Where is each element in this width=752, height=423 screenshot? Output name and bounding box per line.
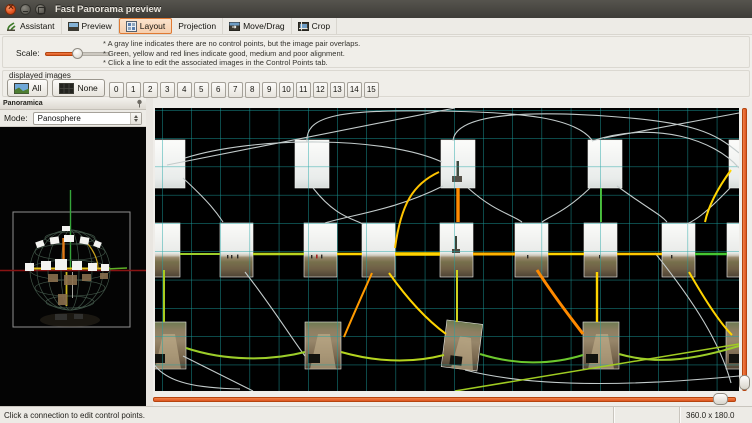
image-toggle-12[interactable]: 12 bbox=[313, 82, 328, 98]
status-message: Click a connection to edit control point… bbox=[0, 411, 613, 420]
pin-icon[interactable] bbox=[136, 95, 143, 113]
status-section-empty bbox=[613, 407, 679, 423]
scale-slider[interactable] bbox=[45, 48, 110, 59]
panorama-canvas[interactable] bbox=[155, 108, 739, 391]
maximize-button[interactable] bbox=[35, 4, 46, 15]
image-toggle-4[interactable]: 4 bbox=[177, 82, 192, 98]
layout-icon bbox=[126, 21, 137, 32]
image-toggle-5[interactable]: 5 bbox=[194, 82, 209, 98]
show-none-button[interactable]: None bbox=[52, 79, 104, 97]
minimize-button[interactable] bbox=[20, 4, 31, 15]
all-images-icon bbox=[14, 83, 29, 94]
toolbar: Assistant Preview Layout Projection Move… bbox=[0, 18, 752, 35]
image-toggle-8[interactable]: 8 bbox=[245, 82, 260, 98]
image-toggle-3[interactable]: 3 bbox=[160, 82, 175, 98]
panel-header: Panoramica bbox=[0, 98, 146, 110]
status-bar: Click a connection to edit control point… bbox=[0, 406, 752, 423]
image-toggle-9[interactable]: 9 bbox=[262, 82, 277, 98]
image-toggle-10[interactable]: 10 bbox=[279, 82, 294, 98]
help-line: * Click a line to edit the associated im… bbox=[103, 58, 360, 68]
panel-splitter[interactable] bbox=[146, 98, 153, 406]
image-toggle-0[interactable]: 0 bbox=[109, 82, 124, 98]
horizontal-slider-track[interactable] bbox=[153, 397, 736, 402]
assistant-icon bbox=[6, 21, 17, 32]
image-toggle-row: 0123456789101112131415 bbox=[109, 79, 381, 98]
fast-panorama-preview-window: Fast Panorama preview Assistant Preview … bbox=[0, 0, 752, 423]
tab-assistant[interactable]: Assistant bbox=[0, 18, 62, 34]
mode-select[interactable]: Panosphere bbox=[33, 112, 142, 125]
options-panel: Scale: * A gray line indicates there are… bbox=[2, 36, 750, 68]
horizontal-slider-handle[interactable] bbox=[713, 393, 728, 405]
help-text: * A gray line indicates there are no con… bbox=[103, 39, 360, 68]
tab-crop[interactable]: Crop bbox=[292, 18, 337, 34]
no-images-icon bbox=[59, 83, 74, 94]
image-toggle-13[interactable]: 13 bbox=[330, 82, 345, 98]
image-toggle-14[interactable]: 14 bbox=[347, 82, 362, 98]
horizontal-pan-slider[interactable] bbox=[153, 393, 736, 406]
vertical-pan-slider[interactable] bbox=[738, 108, 751, 391]
window-title: Fast Panorama preview bbox=[55, 4, 161, 15]
scale-slider-handle[interactable] bbox=[72, 48, 83, 59]
help-line: * A gray line indicates there are no con… bbox=[103, 39, 360, 49]
crop-icon bbox=[298, 21, 309, 32]
panosphere-panel: Panoramica Mode: Panosphere bbox=[0, 98, 146, 406]
canvas-area bbox=[153, 98, 752, 406]
help-line: * Green, yellow and red lines indicate g… bbox=[103, 49, 360, 59]
show-all-button[interactable]: All bbox=[7, 79, 48, 97]
image-toggle-2[interactable]: 2 bbox=[143, 82, 158, 98]
scale-label: Scale: bbox=[16, 48, 40, 58]
mode-label: Mode: bbox=[4, 113, 28, 123]
titlebar: Fast Panorama preview bbox=[0, 0, 752, 18]
displayed-images-group: displayed images All None 01234567891011… bbox=[2, 70, 750, 97]
image-toggle-11[interactable]: 11 bbox=[296, 82, 311, 98]
move-drag-icon bbox=[229, 21, 240, 32]
image-toggle-7[interactable]: 7 bbox=[228, 82, 243, 98]
tab-projection[interactable]: Projection bbox=[172, 18, 223, 34]
vertical-slider-handle[interactable] bbox=[739, 375, 750, 390]
main-area: Panoramica Mode: Panosphere bbox=[0, 98, 752, 406]
vertical-slider-track[interactable] bbox=[742, 108, 747, 391]
tab-move-drag[interactable]: Move/Drag bbox=[223, 18, 292, 34]
preview-icon bbox=[68, 21, 79, 32]
panel-title: Panoramica bbox=[3, 100, 43, 107]
close-button[interactable] bbox=[5, 4, 16, 15]
image-toggle-6[interactable]: 6 bbox=[211, 82, 226, 98]
image-toggle-15[interactable]: 15 bbox=[364, 82, 379, 98]
mode-row: Mode: Panosphere bbox=[0, 110, 146, 127]
panosphere-view[interactable] bbox=[0, 128, 146, 406]
tab-preview[interactable]: Preview bbox=[62, 18, 119, 34]
combo-spinner-icon[interactable] bbox=[130, 113, 141, 124]
panorama-dimensions: 360.0 x 180.0 bbox=[679, 407, 752, 423]
tab-layout[interactable]: Layout bbox=[119, 18, 173, 34]
